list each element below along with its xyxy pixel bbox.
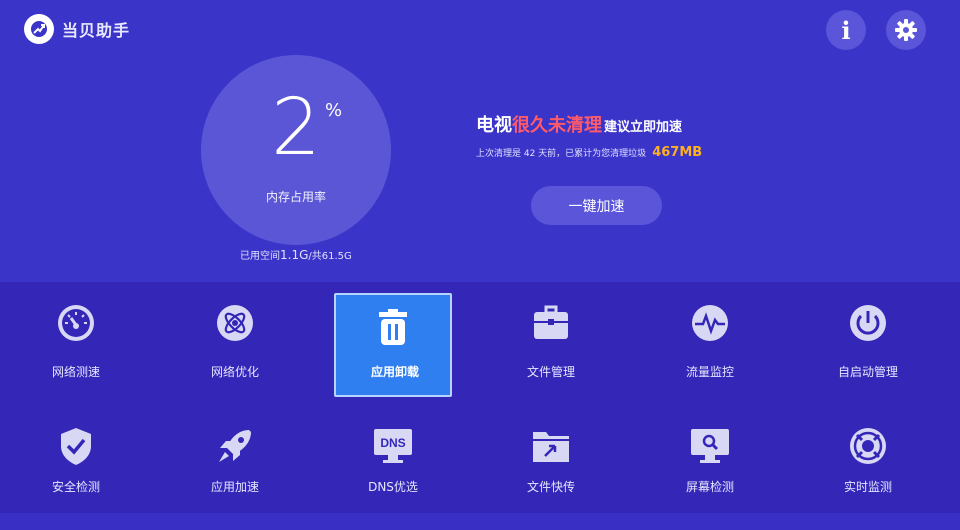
tool-screen-check[interactable]: 屏幕检测	[651, 426, 769, 530]
tool-label: DNS优选	[368, 480, 418, 494]
trash-icon	[379, 309, 407, 345]
info-icon: i	[841, 15, 851, 45]
headline-warning: 很久未清理	[512, 115, 602, 136]
pulse-icon	[692, 305, 728, 341]
rocket-icon	[219, 430, 251, 462]
storage-total: 61.5G	[321, 251, 352, 262]
tool-label: 安全检测	[51, 480, 100, 494]
tool-app-uninstall[interactable]: 应用卸载	[334, 293, 452, 397]
folder-send-icon	[533, 432, 569, 462]
settings-button[interactable]	[886, 10, 926, 50]
headline-tv: 电视	[476, 115, 512, 136]
cleanup-subtitle: 上次清理是 42 天前，已累计为您清理垃圾 467MB	[476, 145, 702, 160]
storage-mid: /共	[308, 251, 322, 262]
tool-realtime-monitor[interactable]: 实时监测	[809, 426, 927, 530]
tool-network-speed[interactable]: 网络测速	[17, 293, 135, 397]
memory-percent: 2	[271, 83, 321, 173]
storage-used: 1.1G	[280, 248, 309, 262]
tool-label: 网络测速	[51, 365, 100, 379]
tool-network-optimize[interactable]: 网络优化	[176, 293, 294, 397]
tool-label: 自启动管理	[837, 365, 898, 379]
power-icon	[850, 305, 886, 341]
info-button[interactable]: i	[826, 10, 866, 50]
tool-label: 文件管理	[526, 365, 575, 379]
headline-suggest: 建议立即加速	[604, 120, 683, 135]
tool-label: 网络优化	[210, 365, 259, 379]
tool-label: 文件快传	[526, 480, 575, 494]
header-panel	[0, 0, 960, 282]
gear-icon	[895, 19, 917, 41]
storage-info: 已用空间1.1G/共61.5G	[240, 247, 352, 262]
atom-icon	[217, 305, 253, 341]
toolbox-icon	[534, 305, 568, 339]
dns-monitor-icon: DNS	[374, 429, 412, 463]
storage-prefix: 已用空间	[240, 251, 280, 262]
one-key-boost-button[interactable]: 一键加速	[531, 186, 662, 225]
shield-check-icon	[61, 428, 91, 465]
tool-file-transfer[interactable]: 文件快传	[492, 426, 610, 530]
tool-security-check[interactable]: 安全检测	[17, 426, 135, 530]
tool-traffic-monitor[interactable]: 流量监控	[651, 293, 769, 397]
monitor-search-icon	[691, 429, 729, 463]
cleanup-history: 上次清理是 42 天前，已累计为您清理垃圾	[476, 149, 647, 159]
app-name: 当贝助手	[62, 21, 131, 40]
tool-label: 实时监测	[843, 480, 892, 494]
tool-label: 应用加速	[210, 480, 259, 494]
tool-autostart-manager[interactable]: 自启动管理	[809, 293, 927, 397]
tool-label: 屏幕检测	[685, 480, 734, 494]
percent-sign: %	[325, 100, 343, 121]
tool-label: 应用卸载	[370, 365, 419, 379]
memory-usage-dial: 2 % 内存占用率	[201, 55, 391, 245]
speedometer-icon	[58, 305, 94, 341]
tool-label: 流量监控	[685, 365, 734, 379]
cleaned-amount: 467MB	[652, 145, 703, 160]
dns-badge-text: DNS	[380, 436, 405, 450]
cleanup-headline: 电视很久未清理 建议立即加速	[476, 111, 682, 137]
tool-dns-optimize[interactable]: DNS DNS优选	[334, 426, 452, 530]
app-logo: 当贝助手	[24, 14, 130, 44]
tool-file-manager[interactable]: 文件管理	[492, 293, 610, 397]
lifebuoy-icon	[850, 428, 886, 464]
memory-label: 内存占用率	[265, 190, 326, 204]
tool-app-boost[interactable]: 应用加速	[176, 426, 294, 530]
rocket-logo-icon	[24, 14, 54, 44]
